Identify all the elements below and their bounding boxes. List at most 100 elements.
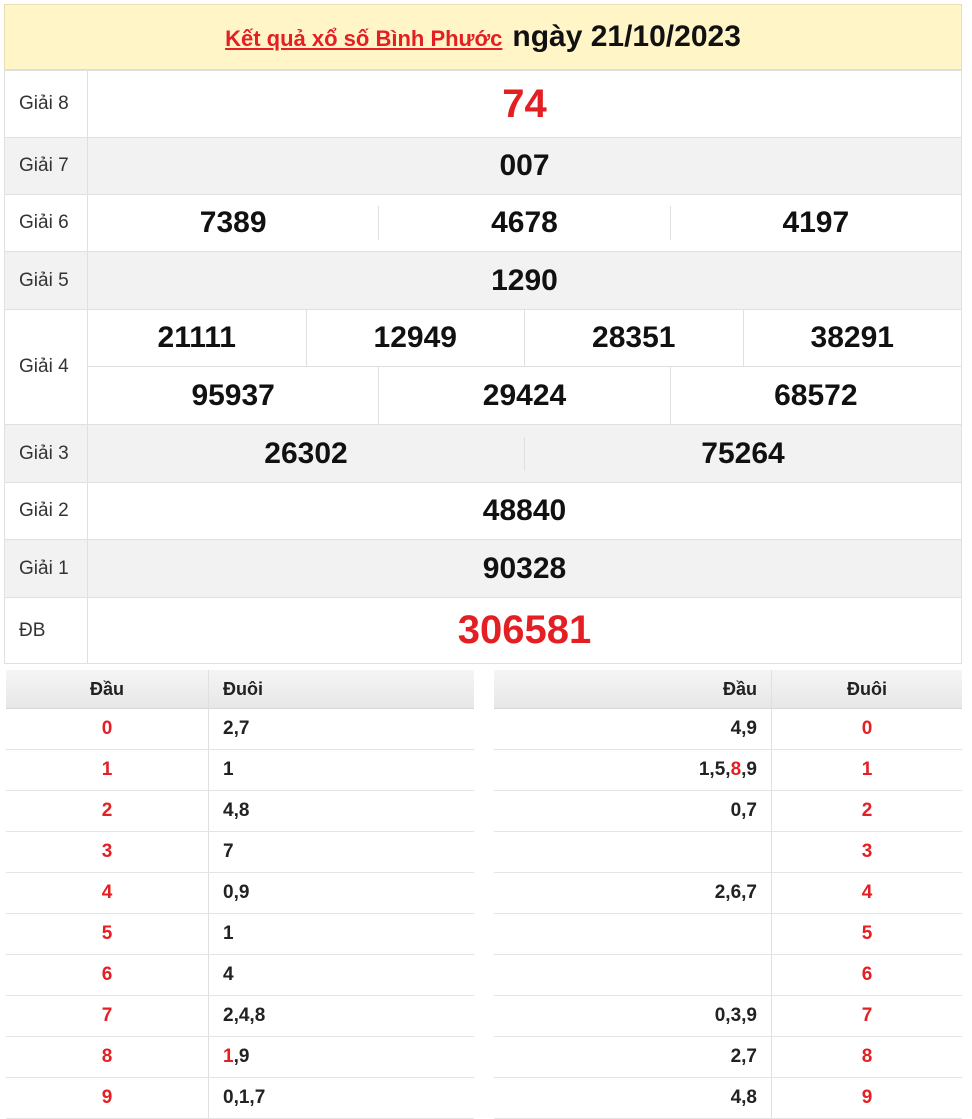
- loto-row: 2,6,7 4: [494, 872, 962, 914]
- draw-date: ngày 21/10/2023: [512, 20, 741, 53]
- tail-digits: 0,1,7: [208, 1077, 474, 1119]
- head-digits: [494, 954, 772, 996]
- loto-head-table: Đầu Đuôi 0 2,7 1 1 2 4,8 3 7 4 0,9 5 1 6 4 7 2,4,8 8 1,9 9…: [6, 670, 474, 1119]
- prize-row-8: Giải 8 74: [4, 70, 962, 138]
- prize-row-2: Giải 2 48840: [4, 482, 962, 540]
- tail-digits: 0,9: [208, 872, 474, 914]
- results-header: Kết quả xổ số Bình Phước ngày 21/10/2023: [4, 4, 962, 70]
- prize-label: Giải 3: [4, 424, 88, 483]
- tail-digit: 1: [771, 749, 962, 791]
- tail-digit: 5: [771, 913, 962, 955]
- head-digits: 4,9: [494, 708, 772, 750]
- province-results-link[interactable]: Kết quả xổ số Bình Phước: [225, 26, 502, 52]
- loto-row: 4 0,9: [6, 872, 474, 914]
- head-digits: [494, 913, 772, 955]
- prize-label: Giải 2: [4, 482, 88, 540]
- tail-digit: 8: [771, 1036, 962, 1078]
- head-digit: 0: [6, 708, 209, 750]
- special-prize-number: 306581: [457, 608, 592, 652]
- tail-digits: 1: [208, 913, 474, 955]
- loto-row: 0 2,7: [6, 708, 474, 750]
- prize-table: Giải 8 74 Giải 7 007 Giải 6 7389 4678 41…: [4, 70, 962, 664]
- prize-label: Giải 5: [4, 251, 88, 310]
- tail-column-header: Đuôi: [208, 670, 474, 709]
- tail-digit: 4: [771, 872, 962, 914]
- loto-tail-table: Đầu Đuôi 4,9 0 1,5,8,9 1 0,7 2 3 2,6,7 4 5 6 0,3,9 7…: [494, 670, 962, 1119]
- prize-row-5: Giải 5 1290: [4, 251, 962, 310]
- prize-number: 68572: [669, 367, 961, 424]
- tail-digits: 4,8: [208, 790, 474, 832]
- prize-row-special: ĐB 306581: [4, 597, 962, 664]
- prize-number: 95937: [191, 378, 275, 412]
- tail-column-header: Đuôi: [771, 670, 962, 709]
- prize-row-4: Giải 4 21111 12949 28351 38291 95937 294…: [4, 309, 962, 425]
- loto-row: 64: [6, 954, 474, 996]
- loto-row: 7 2,4,8: [6, 995, 474, 1037]
- tail-digit: 6: [771, 954, 962, 996]
- head-digits: 0,7: [494, 790, 772, 832]
- prize-number: 90328: [482, 551, 567, 585]
- tail-digits: 4: [208, 954, 474, 996]
- prize-label: Giải 4: [4, 309, 88, 425]
- loto-row: 3: [494, 831, 962, 873]
- loto-row: 4,9 0: [494, 708, 962, 750]
- tail-digit: 2: [771, 790, 962, 832]
- tail-digits: 2,4,8: [208, 995, 474, 1037]
- prize-row-1: Giải 1 90328: [4, 539, 962, 598]
- head-digit: 8: [6, 1036, 209, 1078]
- head-digits: 4,8: [494, 1077, 772, 1119]
- prize-number: 26302: [264, 436, 348, 470]
- head-digits: 2,6,7: [494, 872, 772, 914]
- prize-label: Giải 6: [4, 194, 88, 252]
- tail-digit: 3: [771, 831, 962, 873]
- prize-number: 7389: [199, 206, 267, 239]
- loto-row: 8 1,9: [6, 1036, 474, 1078]
- head-digit: 1: [6, 749, 209, 791]
- tail-digits: 2,7: [208, 708, 474, 750]
- prize-number: 29424: [378, 367, 669, 424]
- prize-number: 21111: [157, 321, 236, 354]
- head-digit: 3: [6, 831, 209, 873]
- head-digits: 1,5,8,9: [494, 749, 772, 791]
- loto-row: 2,7 8: [494, 1036, 962, 1078]
- prize-number: 75264: [524, 436, 961, 471]
- head-digit: 4: [6, 872, 209, 914]
- prize-row-7: Giải 7 007: [4, 137, 962, 195]
- head-digit: 7: [6, 995, 209, 1037]
- head-digit: 5: [6, 913, 209, 955]
- head-digits: 2,7: [494, 1036, 772, 1078]
- prize-row-3: Giải 3 26302 75264: [4, 424, 962, 483]
- loto-row: 51: [6, 913, 474, 955]
- tail-digits: 7: [208, 831, 474, 873]
- prize-number: 4197: [669, 206, 961, 240]
- loto-row: 0,3,9 7: [494, 995, 962, 1037]
- tail-digit: 7: [771, 995, 962, 1037]
- loto-row: 0,7 2: [494, 790, 962, 832]
- loto-row: 37: [6, 831, 474, 873]
- prize-number: 74: [502, 81, 547, 126]
- loto-row: 9 0,1,7: [6, 1077, 474, 1119]
- prize-label: Giải 7: [4, 137, 88, 195]
- head-digits: 0,3,9: [494, 995, 772, 1037]
- prize-number: 12949: [305, 310, 525, 366]
- head-column-header: Đầu: [6, 670, 209, 709]
- tail-digits: 1: [208, 749, 474, 791]
- loto-row: 6: [494, 954, 962, 996]
- prize-number: 28351: [524, 310, 743, 366]
- tail-digit: 0: [771, 708, 962, 750]
- prize-number: 48840: [482, 494, 567, 527]
- prize-number: 1290: [491, 263, 558, 297]
- tail-digit: 9: [771, 1077, 962, 1119]
- prize-label: Giải 1: [4, 539, 88, 598]
- loto-row: 5: [494, 913, 962, 955]
- prize-row-6: Giải 6 7389 4678 4197: [4, 194, 962, 252]
- head-digit: 9: [6, 1077, 209, 1119]
- loto-row: 2 4,8: [6, 790, 474, 832]
- tail-digits: 1,9: [208, 1036, 474, 1078]
- prize-number: 38291: [742, 310, 962, 366]
- prize-label: ĐB: [4, 597, 88, 664]
- loto-row: 1,5,8,9 1: [494, 749, 962, 791]
- prize-label: Giải 8: [4, 70, 88, 138]
- head-column-header: Đầu: [494, 670, 772, 709]
- prize-number: 007: [499, 149, 550, 182]
